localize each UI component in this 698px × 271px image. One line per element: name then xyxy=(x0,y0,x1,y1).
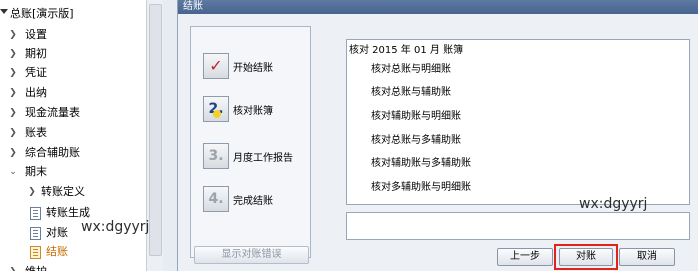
tree-item-period-end[interactable]: ⌄ 期末 xyxy=(0,162,146,182)
tree-item-label: 账表 xyxy=(25,126,47,139)
tree-item-reports[interactable]: ❯ 账表 xyxy=(0,123,146,143)
tree-item-label: 凭证 xyxy=(25,66,47,79)
chevron-right-icon[interactable]: ❯ xyxy=(8,25,18,45)
cancel-button[interactable]: 取消 xyxy=(619,248,675,266)
document-icon xyxy=(30,207,41,220)
chevron-right-icon[interactable]: ❯ xyxy=(8,143,18,163)
tree-item-settings[interactable]: ❯ 设置 xyxy=(0,25,146,45)
chevron-right-icon[interactable]: ❯ xyxy=(8,83,18,103)
tree-item-label: 现金流量表 xyxy=(25,106,80,119)
chevron-right-icon[interactable]: ❯ xyxy=(27,182,37,202)
tree-item-voucher[interactable]: ❯ 凭证 xyxy=(0,63,146,83)
tree-root-label: 总账[演示版] xyxy=(10,7,74,20)
results-heading: 核对 2015 年 01 月 账簿 xyxy=(349,45,464,56)
tree-item-opening[interactable]: ❯ 期初 xyxy=(0,44,146,64)
step-label: 完成结账 xyxy=(233,196,273,207)
verification-list: 核对 2015 年 01 月 账簿 核对总账与明细账 核对总账与辅助账 核对辅助… xyxy=(346,39,690,205)
tree-item-label: 转账定义 xyxy=(41,185,85,198)
dialog-title: 结账 xyxy=(183,1,203,12)
verify-button[interactable]: 对账 xyxy=(559,248,613,266)
chevron-right-icon[interactable]: ❯ xyxy=(8,44,18,64)
tree-item-label: 对账 xyxy=(46,226,68,239)
show-errors-button[interactable]: 显示对账错误 xyxy=(194,246,309,264)
step-number-icon: 3. xyxy=(203,143,229,169)
previous-step-button[interactable]: 上一步 xyxy=(497,248,553,266)
tree-item-cashier[interactable]: ❯ 出纳 xyxy=(0,83,146,103)
tree-item-cashflow[interactable]: ❯ 现金流量表 xyxy=(0,103,146,123)
tree-item-label: 期末 xyxy=(25,165,47,178)
tree-item-aux-ledger[interactable]: ❯ 综合辅助账 xyxy=(0,143,146,163)
collapse-icon[interactable] xyxy=(0,9,8,14)
step-monthly-report: 3. 月度工作报告 xyxy=(203,143,319,173)
scrollbar-thumb[interactable] xyxy=(149,4,162,256)
document-icon xyxy=(30,246,41,259)
verification-item: 核对总账与多辅助账 xyxy=(371,135,461,146)
verification-item: 核对总账与辅助账 xyxy=(371,87,451,98)
verification-item: 核对辅助账与明细账 xyxy=(371,111,461,122)
tree-item-label: 期初 xyxy=(25,47,47,60)
step-label: 核对账簿 xyxy=(233,106,273,117)
chevron-down-icon[interactable]: ⌄ xyxy=(8,162,18,182)
verification-item: 核对多辅助账与明细账 xyxy=(371,182,471,193)
tree-child-close-period[interactable]: 结账 xyxy=(0,242,146,262)
step-number-icon: 4. xyxy=(203,186,229,212)
chevron-right-icon[interactable]: ❯ xyxy=(8,123,18,143)
tree-child-transfer-def[interactable]: ❯ 转账定义 xyxy=(0,182,146,202)
message-box xyxy=(346,212,690,240)
dialog-titlebar[interactable]: 结账 xyxy=(178,0,698,14)
chevron-right-icon[interactable]: ❯ xyxy=(8,63,18,83)
watermark-text: wx:dgyyrj xyxy=(579,196,648,212)
step-label: 月度工作报告 xyxy=(233,153,293,164)
chevron-right-icon[interactable]: ❯ xyxy=(8,103,18,123)
close-period-dialog: 结账 ✓ 开始结账 2. 核对账簿 3. 月度工作报告 4. 完成结账 核对 2… xyxy=(177,0,698,271)
checkmark-icon: ✓ xyxy=(203,53,229,79)
step-verify-books: 2. 核对账簿 xyxy=(203,96,319,126)
tree-item-label: 出纳 xyxy=(25,86,47,99)
verification-item: 核对总账与明细账 xyxy=(371,64,451,75)
verification-item: 核对辅助账与多辅助账 xyxy=(371,158,471,169)
splitter[interactable] xyxy=(163,0,177,271)
tree-item-label: 维护 xyxy=(25,262,47,271)
tree-item-label: 设置 xyxy=(25,28,47,41)
step-label: 开始结账 xyxy=(233,63,273,74)
document-icon xyxy=(30,227,41,240)
tree-item-label: 综合辅助账 xyxy=(25,146,80,159)
step-number-icon: 2. xyxy=(203,96,229,122)
tree-item-maintenance[interactable]: ❯ 维护 xyxy=(0,262,146,271)
chevron-right-icon[interactable]: ❯ xyxy=(8,262,18,271)
step-finish-closing: 4. 完成结账 xyxy=(203,186,319,216)
step-start-closing: ✓ 开始结账 xyxy=(203,53,319,83)
tree-root[interactable]: 总账[演示版] xyxy=(0,4,146,24)
watermark-text: wx:dgyyrj xyxy=(81,219,150,235)
tree-item-label: 结账 xyxy=(46,245,68,258)
